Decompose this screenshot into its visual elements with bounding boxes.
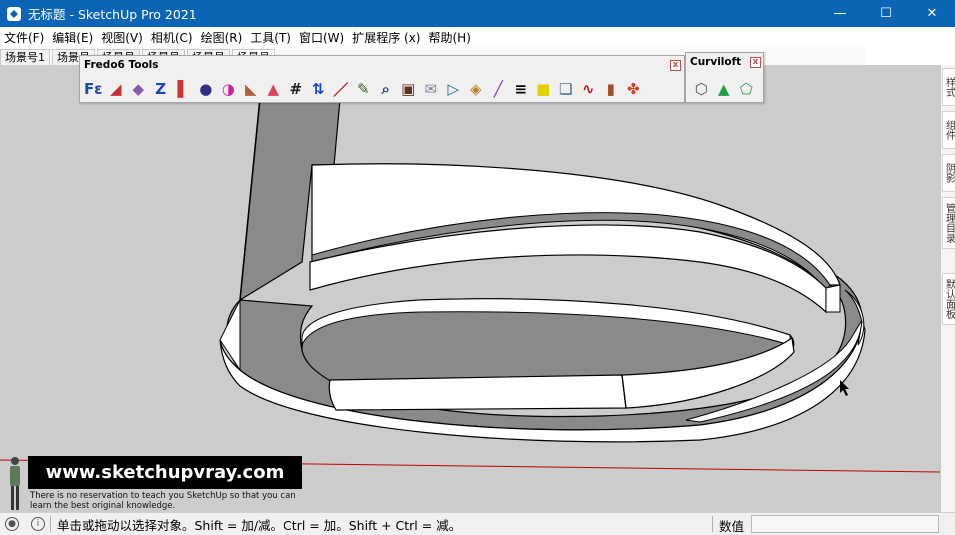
- status-separator: [50, 516, 51, 532]
- tray-tab-components[interactable]: 组件: [942, 111, 955, 149]
- skin-contour-icon[interactable]: ▲: [713, 77, 736, 101]
- tray-tab-default[interactable]: 默认面板: [942, 273, 955, 325]
- slash-line-icon[interactable]: ╱: [487, 77, 510, 101]
- close-button[interactable]: ✕: [909, 0, 955, 27]
- bookmark-icon[interactable]: ▲: [262, 77, 285, 101]
- sketchup-app-icon[interactable]: [6, 6, 22, 22]
- round-corner-icon[interactable]: ◣: [240, 77, 263, 101]
- wave-icon[interactable]: ∿: [577, 77, 600, 101]
- menu-help[interactable]: 帮助(H): [424, 29, 474, 46]
- menu-tools[interactable]: 工具(T): [246, 29, 295, 46]
- menu-bar: 文件(F) 编辑(E) 视图(V) 相机(C) 绘图(R) 工具(T) 窗口(W…: [0, 27, 955, 47]
- flip-icon[interactable]: ⇅: [307, 77, 330, 101]
- menu-extensions[interactable]: 扩展程序 (x): [348, 29, 424, 46]
- measurements-input[interactable]: [751, 515, 939, 533]
- status-separator: [712, 516, 713, 532]
- dimension-icon[interactable]: ◢: [105, 77, 128, 101]
- color-wheel-icon[interactable]: ◑: [217, 77, 240, 101]
- zoom-icon[interactable]: ⌕: [375, 77, 398, 101]
- watermark-tagline: There is no reservation to teach you Ske…: [30, 491, 296, 511]
- curviloft-close-button[interactable]: x: [750, 57, 761, 68]
- menu-camera[interactable]: 相机(C): [147, 29, 197, 46]
- mouse-cursor: [840, 380, 849, 396]
- line-icon[interactable]: ／: [330, 77, 353, 101]
- tray-tab-styles[interactable]: 样式: [942, 68, 955, 106]
- fredo6-toolbar: Fredo6 Tools x Fε ◢ ◆ Z ▌ ● ◑ ◣ ▲ # ⇅ ／ ✎ ⌕ ▣ ✉ ▷ ◈ ╱ ≡ ■ ❏ ∿ ▮…: [79, 55, 685, 103]
- menu-view[interactable]: 视图(V): [97, 29, 147, 46]
- pencil-icon[interactable]: ✎: [352, 77, 375, 101]
- envelope-icon[interactable]: ✉: [420, 77, 443, 101]
- scene-tab[interactable]: 场景号1: [0, 49, 50, 65]
- loft-shield-icon[interactable]: ⬡: [690, 77, 713, 101]
- tray-tab-manage[interactable]: 管理目录: [942, 197, 955, 249]
- model-viewport[interactable]: [0, 65, 940, 512]
- box-icon[interactable]: ▣: [397, 77, 420, 101]
- loft-spline-icon[interactable]: ⬠: [735, 77, 758, 101]
- info-icon[interactable]: i: [31, 517, 45, 531]
- color-z-icon[interactable]: Z: [150, 77, 173, 101]
- model-drawing: [0, 77, 940, 473]
- maximize-button[interactable]: ☐: [863, 0, 909, 27]
- menu-edit[interactable]: 编辑(E): [48, 29, 97, 46]
- front-band-left: [328, 374, 627, 411]
- geo-location-icon[interactable]: ●: [5, 517, 19, 531]
- barrel-icon[interactable]: ▮: [600, 77, 623, 101]
- thru-paint-icon[interactable]: ●: [195, 77, 218, 101]
- default-tray: 样式 组件 阴影 管理目录 默认面板: [940, 65, 955, 512]
- curvizard-icon[interactable]: ▌: [172, 77, 195, 101]
- title-bar: 无标题 - SketchUp Pro 2021 — ☐ ✕: [0, 0, 955, 27]
- measurements-label: 数值: [719, 519, 745, 534]
- mixer-icon[interactable]: ✤: [622, 77, 645, 101]
- watermark-site: www.sketchupvray.com: [28, 456, 302, 489]
- triangle-icon[interactable]: ▷: [442, 77, 465, 101]
- square-2-icon[interactable]: ■: [532, 77, 555, 101]
- person-figure-icon: [10, 457, 20, 510]
- layers-icon[interactable]: ❏: [555, 77, 578, 101]
- menu-draw[interactable]: 绘图(R): [197, 29, 247, 46]
- curviloft-toolbar: Curviloft x ⬡ ▲ ⬠: [685, 52, 764, 103]
- minimize-button[interactable]: —: [817, 0, 863, 27]
- window-control-strip: [865, 27, 955, 65]
- status-hint: 单击或拖动以选择对象。Shift = 加/减。Ctrl = 加。Shift + …: [57, 517, 462, 533]
- curviloft-toolbar-title: Curviloft: [690, 56, 742, 68]
- fredo6-toolbar-title: Fredo6 Tools: [84, 59, 159, 71]
- diamond-icon[interactable]: ◈: [465, 77, 488, 101]
- tray-tab-shadows[interactable]: 阴影: [942, 154, 955, 192]
- window-title: 无标题 - SketchUp Pro 2021: [28, 7, 197, 22]
- watermark: www.sketchupvray.com There is no reserva…: [0, 455, 310, 512]
- menu-file[interactable]: 文件(F): [0, 29, 48, 46]
- joint-push-pull-icon[interactable]: ◆: [127, 77, 150, 101]
- fredo6-close-button[interactable]: x: [670, 60, 681, 71]
- menu-window[interactable]: 窗口(W): [295, 29, 348, 46]
- list-2-icon[interactable]: ≡: [510, 77, 533, 101]
- fredo-scale-icon[interactable]: Fε: [82, 77, 105, 101]
- tag-icon[interactable]: #: [285, 77, 308, 101]
